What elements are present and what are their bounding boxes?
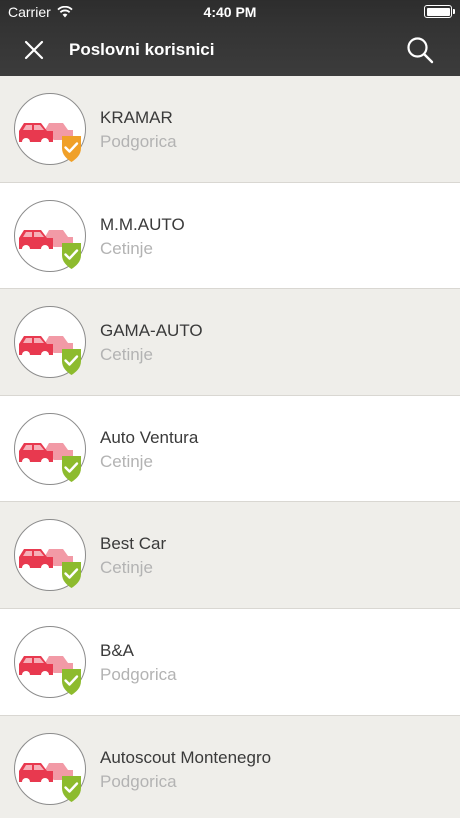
- nav-bar: Poslovni korisnici: [0, 24, 460, 76]
- user-city: Cetinje: [100, 238, 153, 258]
- verified-badge-icon: [62, 136, 81, 162]
- avatar: [14, 412, 86, 485]
- user-name: GAMA-AUTO: [100, 321, 203, 341]
- user-city: Podgorica: [100, 132, 177, 151]
- search-icon[interactable]: [406, 36, 434, 64]
- battery-icon: [424, 5, 455, 18]
- status-bar: Carrier 4:40 PM: [0, 0, 460, 24]
- verified-badge-icon: [62, 455, 81, 482]
- business-user-list: KRAMAR Podgorica M.M.AUTO Cetinje GAMA-A…: [0, 76, 460, 818]
- avatar: [14, 199, 86, 272]
- verified-badge-icon: [62, 242, 81, 269]
- list-item[interactable]: Best Car Cetinje: [0, 502, 460, 609]
- avatar: [14, 93, 86, 165]
- page-title: Poslovni korisnici: [69, 40, 215, 59]
- user-name: Best Car: [100, 534, 167, 554]
- status-time: 4:40 PM: [203, 4, 257, 20]
- verified-badge-icon: [62, 668, 81, 695]
- user-city: Cetinje: [100, 345, 153, 365]
- user-city: Cetinje: [100, 451, 153, 471]
- close-icon[interactable]: [22, 38, 46, 62]
- avatar: [14, 519, 86, 592]
- list-item[interactable]: Autoscout Montenegro Podgorica: [0, 715, 460, 818]
- user-city: Podgorica: [100, 664, 177, 684]
- user-name: KRAMAR: [100, 108, 173, 127]
- user-city: Podgorica: [100, 771, 177, 791]
- verified-badge-icon: [62, 775, 81, 802]
- user-name: Autoscout Montenegro: [100, 747, 272, 767]
- user-city: Cetinje: [100, 558, 153, 578]
- avatar: [14, 625, 86, 698]
- list-item[interactable]: KRAMAR Podgorica: [0, 76, 460, 183]
- user-name: Auto Ventura: [100, 427, 199, 447]
- verified-badge-icon: [62, 562, 81, 589]
- verified-badge-icon: [62, 349, 81, 376]
- user-name: B&A: [100, 640, 135, 660]
- user-name: M.M.AUTO: [100, 214, 185, 234]
- list-item[interactable]: Auto Ventura Cetinje: [0, 395, 460, 503]
- avatar: [14, 732, 86, 805]
- list-item[interactable]: M.M.AUTO Cetinje: [0, 182, 460, 290]
- list-item[interactable]: GAMA-AUTO Cetinje: [0, 289, 460, 396]
- avatar: [14, 306, 86, 379]
- list-item[interactable]: B&A Podgorica: [0, 608, 460, 716]
